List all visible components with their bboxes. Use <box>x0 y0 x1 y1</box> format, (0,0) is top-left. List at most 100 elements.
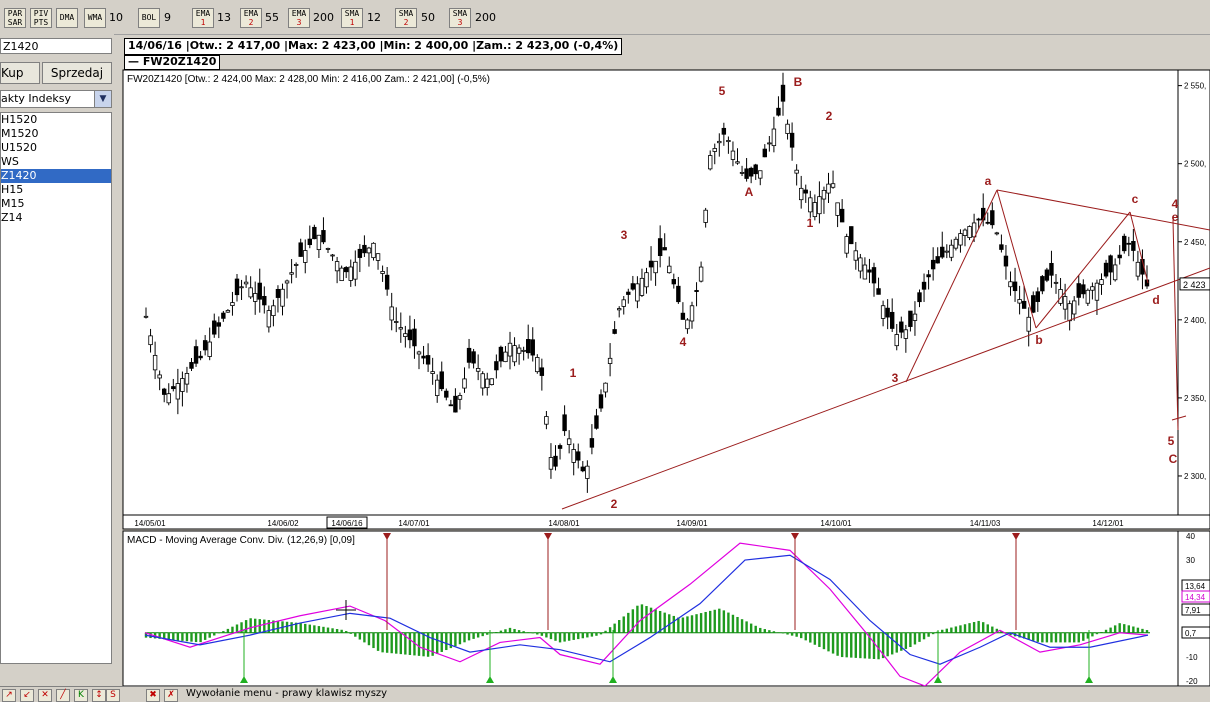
macd-histogram-bar <box>513 629 515 633</box>
candle-body <box>299 243 303 257</box>
macd-histogram-bar <box>1032 633 1034 641</box>
macd-histogram-bar <box>786 633 788 635</box>
status-text: Wywołanie menu - prawy klawisz myszy <box>186 688 387 699</box>
candle-body <box>581 467 585 471</box>
macd-histogram-bar <box>682 617 684 632</box>
macd-marker-label: 0,7 <box>1185 629 1197 638</box>
macd-histogram-bar <box>186 633 188 642</box>
wave-label: 5 <box>1168 434 1175 448</box>
macd-histogram-bar <box>773 631 775 632</box>
candle-body <box>344 267 348 271</box>
macd-histogram-bar <box>850 633 852 658</box>
macd-histogram-bar <box>723 610 725 632</box>
macd-histogram-bar <box>654 609 656 632</box>
date-tick-label: 14/12/01 <box>1092 519 1124 528</box>
macd-histogram-bar <box>1041 633 1043 643</box>
macd-histogram-bar <box>600 633 602 635</box>
pan-icon[interactable]: ↕ <box>92 689 106 702</box>
macd-histogram-bar <box>377 633 379 651</box>
price-tick-label: 2 350, <box>1184 394 1206 403</box>
macd-histogram-bar <box>1114 625 1116 632</box>
candle-body <box>1022 301 1026 308</box>
macd-histogram-bar <box>718 609 720 633</box>
candle-body <box>931 260 935 269</box>
close-icon[interactable]: ✖ <box>146 689 160 702</box>
candle-body <box>354 262 358 279</box>
candle-body <box>231 303 235 306</box>
macd-histogram-bar <box>1100 632 1102 633</box>
candle-body <box>718 141 722 142</box>
candle-body <box>1036 292 1040 302</box>
macd-histogram-bar <box>950 628 952 633</box>
macd-histogram-bar <box>573 633 575 640</box>
macd-histogram-bar <box>181 633 183 641</box>
macd-histogram-bar <box>814 633 816 645</box>
candle-body <box>950 245 954 257</box>
candle-body <box>381 271 385 273</box>
macd-histogram-bar <box>918 633 920 642</box>
macd-histogram-bar <box>695 614 697 633</box>
candle-body <box>1000 245 1004 250</box>
macd-histogram-bar <box>322 627 324 633</box>
candle-body <box>1009 282 1013 287</box>
candle-body <box>1077 284 1081 298</box>
save-icon[interactable]: S <box>106 689 120 702</box>
price-chart[interactable]: FW20Z1420 [Otw.: 2 424,00 Max: 2 428,00 … <box>0 0 1210 701</box>
candle-body <box>253 294 257 302</box>
macd-histogram-bar <box>873 633 875 659</box>
macd-histogram-bar <box>313 625 315 632</box>
line-tool-icon[interactable]: ╱ <box>56 689 70 702</box>
candle-body <box>149 336 153 345</box>
candle-body <box>995 233 999 234</box>
candle-body <box>1091 287 1095 291</box>
delete-icon[interactable]: ✕ <box>38 689 52 702</box>
macd-histogram-bar <box>809 633 811 643</box>
macd-histogram-bar <box>691 615 693 632</box>
macd-histogram-bar <box>1128 625 1130 632</box>
zoom-out-icon[interactable]: ↙ <box>20 689 34 702</box>
macd-histogram-bar <box>1096 633 1098 634</box>
candle-body <box>804 190 808 193</box>
candle-body <box>267 311 271 327</box>
macd-histogram-bar <box>1119 623 1121 633</box>
candle-body <box>845 237 849 254</box>
candle-body <box>849 227 853 244</box>
candle-body <box>199 356 203 358</box>
candle-body <box>153 355 157 369</box>
status-bar: ↗ ↙ ✕ ╱ K ↕ S ✖ ✗ Wywołanie menu - prawy… <box>0 686 1210 702</box>
candle-body <box>809 198 813 212</box>
macd-histogram-bar <box>245 620 247 633</box>
macd-histogram-bar <box>1141 629 1143 633</box>
candle-body <box>690 306 694 321</box>
candle-body <box>563 415 567 431</box>
candle-body <box>1063 297 1067 310</box>
macd-histogram-bar <box>495 632 497 633</box>
macd-histogram-bar <box>199 633 201 642</box>
wave-label: 4 <box>680 335 687 349</box>
candle-body <box>1013 282 1017 291</box>
candle-body <box>1136 262 1140 276</box>
candle-body <box>763 149 767 157</box>
macd-histogram-bar <box>195 633 197 642</box>
macd-histogram-bar <box>955 626 957 632</box>
candle-body <box>536 357 540 371</box>
candle-body <box>363 245 367 252</box>
macd-marker-label: 14,34 <box>1185 593 1206 602</box>
candle-body <box>463 379 467 388</box>
macd-histogram-bar <box>222 631 224 633</box>
candle-body <box>404 334 408 337</box>
text-tool-icon[interactable]: K <box>74 689 88 702</box>
macd-histogram-bar <box>891 633 893 655</box>
candle-body <box>435 380 439 395</box>
zoom-in-icon[interactable]: ↗ <box>2 689 16 702</box>
macd-histogram-bar <box>327 628 329 633</box>
macd-histogram-bar <box>422 633 424 657</box>
macd-histogram-bar <box>563 633 565 642</box>
macd-histogram-bar <box>686 616 688 632</box>
cursor-icon[interactable]: ✗ <box>164 689 178 702</box>
macd-caption: MACD - Moving Average Conv. Div. (12,26,… <box>127 535 355 546</box>
macd-histogram-bar <box>304 624 306 633</box>
macd-histogram-bar <box>991 627 993 633</box>
candle-body <box>868 270 872 272</box>
macd-histogram-bar <box>591 633 593 637</box>
